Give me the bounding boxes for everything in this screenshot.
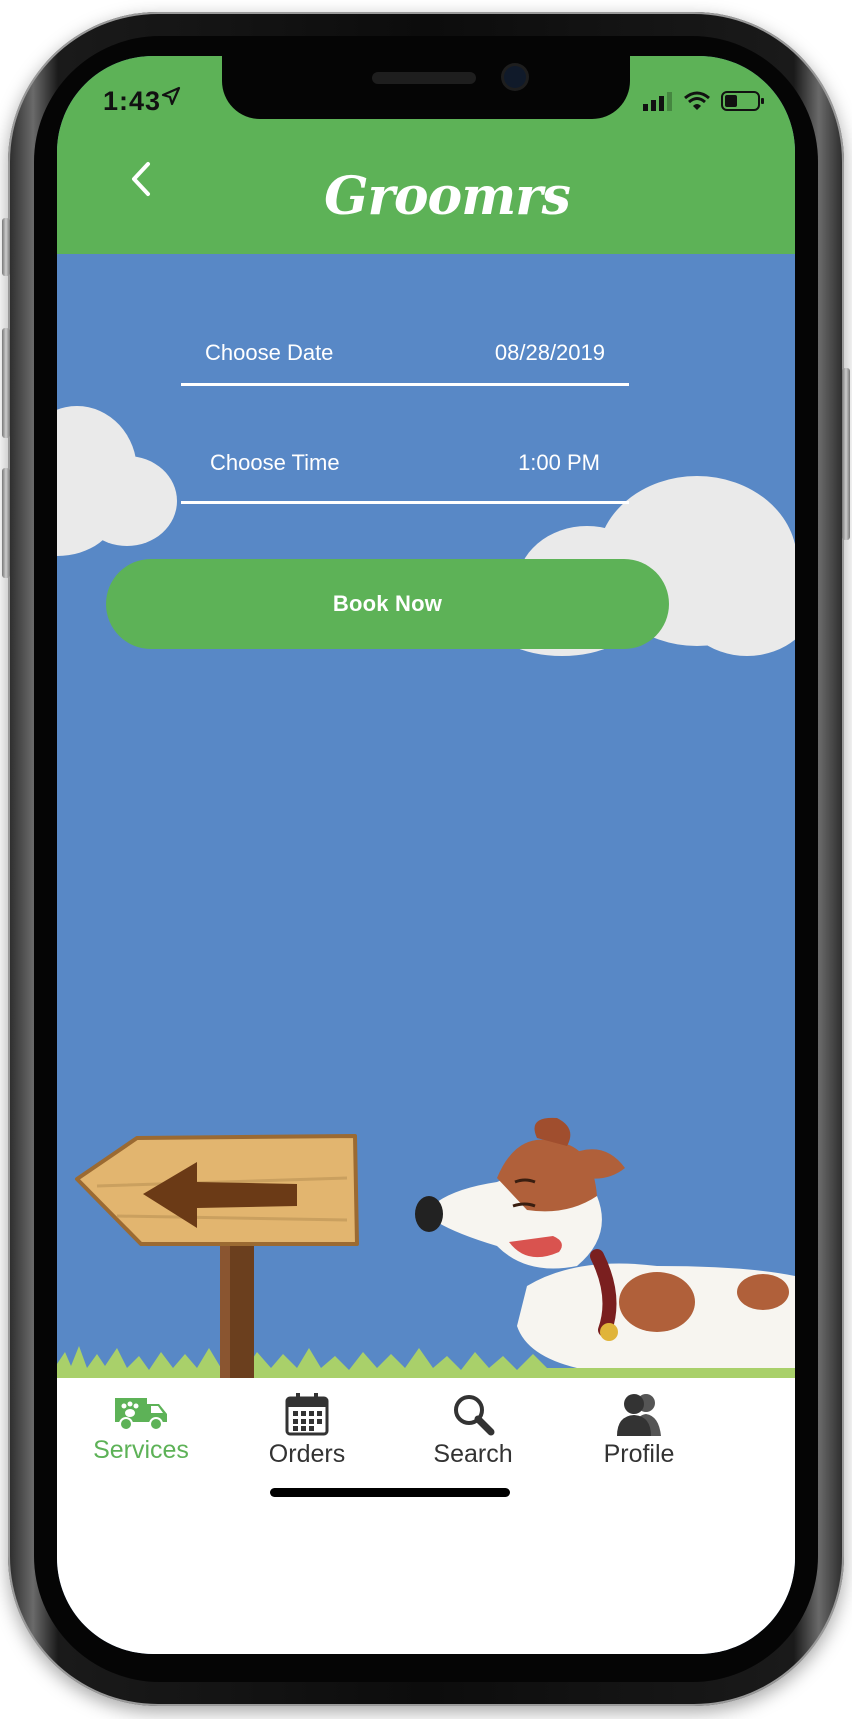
tab-services-label: Services [93,1436,189,1464]
time-value: 1:00 PM [518,450,600,475]
app-header: 1:43 Groomrs [57,56,795,254]
book-now-button[interactable]: Book Now [106,559,669,649]
time-underline [181,501,629,504]
app-logo: Groomrs [324,165,571,227]
search-icon [454,1395,495,1436]
battery-icon [721,91,764,111]
date-field[interactable]: Choose Date 08/28/2019 [181,340,629,366]
location-arrow-icon [161,86,181,106]
mute-switch [2,218,10,276]
date-label: Choose Date [205,340,334,365]
wifi-icon [684,91,710,110]
date-value: 08/28/2019 [494,340,605,365]
front-camera [504,66,526,88]
time-field[interactable]: Choose Time 1:00 PM [181,450,629,476]
app-screen: 1:43 Groomrs Choose Date 08/28/2019 Choo… [57,56,795,1654]
tab-services[interactable]: Services [61,1392,221,1482]
tab-profile[interactable]: Profile [559,1392,719,1482]
chevron-left-icon [132,162,150,196]
earpiece-speaker [372,72,476,84]
van-icon [115,1398,167,1431]
tab-profile-label: Profile [603,1440,675,1468]
tab-search-label: Search [433,1440,513,1468]
status-time: 1:43 [103,86,162,116]
signpost-dog-illustration [57,1117,795,1378]
date-underline [181,383,629,386]
cloud-left [57,396,177,566]
status-icons [643,90,765,112]
calendar-icon [285,1393,329,1436]
back-button[interactable] [121,154,161,204]
volume-down-button [2,468,10,578]
cellular-signal-icon [643,92,672,111]
power-button [842,368,850,540]
tab-search[interactable]: Search [393,1392,553,1482]
home-indicator [270,1488,510,1497]
tab-orders-label: Orders [268,1440,346,1468]
tab-orders[interactable]: Orders [227,1392,387,1482]
profile-icon [617,1394,661,1436]
time-label: Choose Time [210,450,340,475]
bottom-tab-bar: Services Orders Search Profile [57,1378,795,1654]
volume-up-button [2,328,10,438]
phone-notch [222,56,630,119]
dog-nose [415,1196,443,1232]
